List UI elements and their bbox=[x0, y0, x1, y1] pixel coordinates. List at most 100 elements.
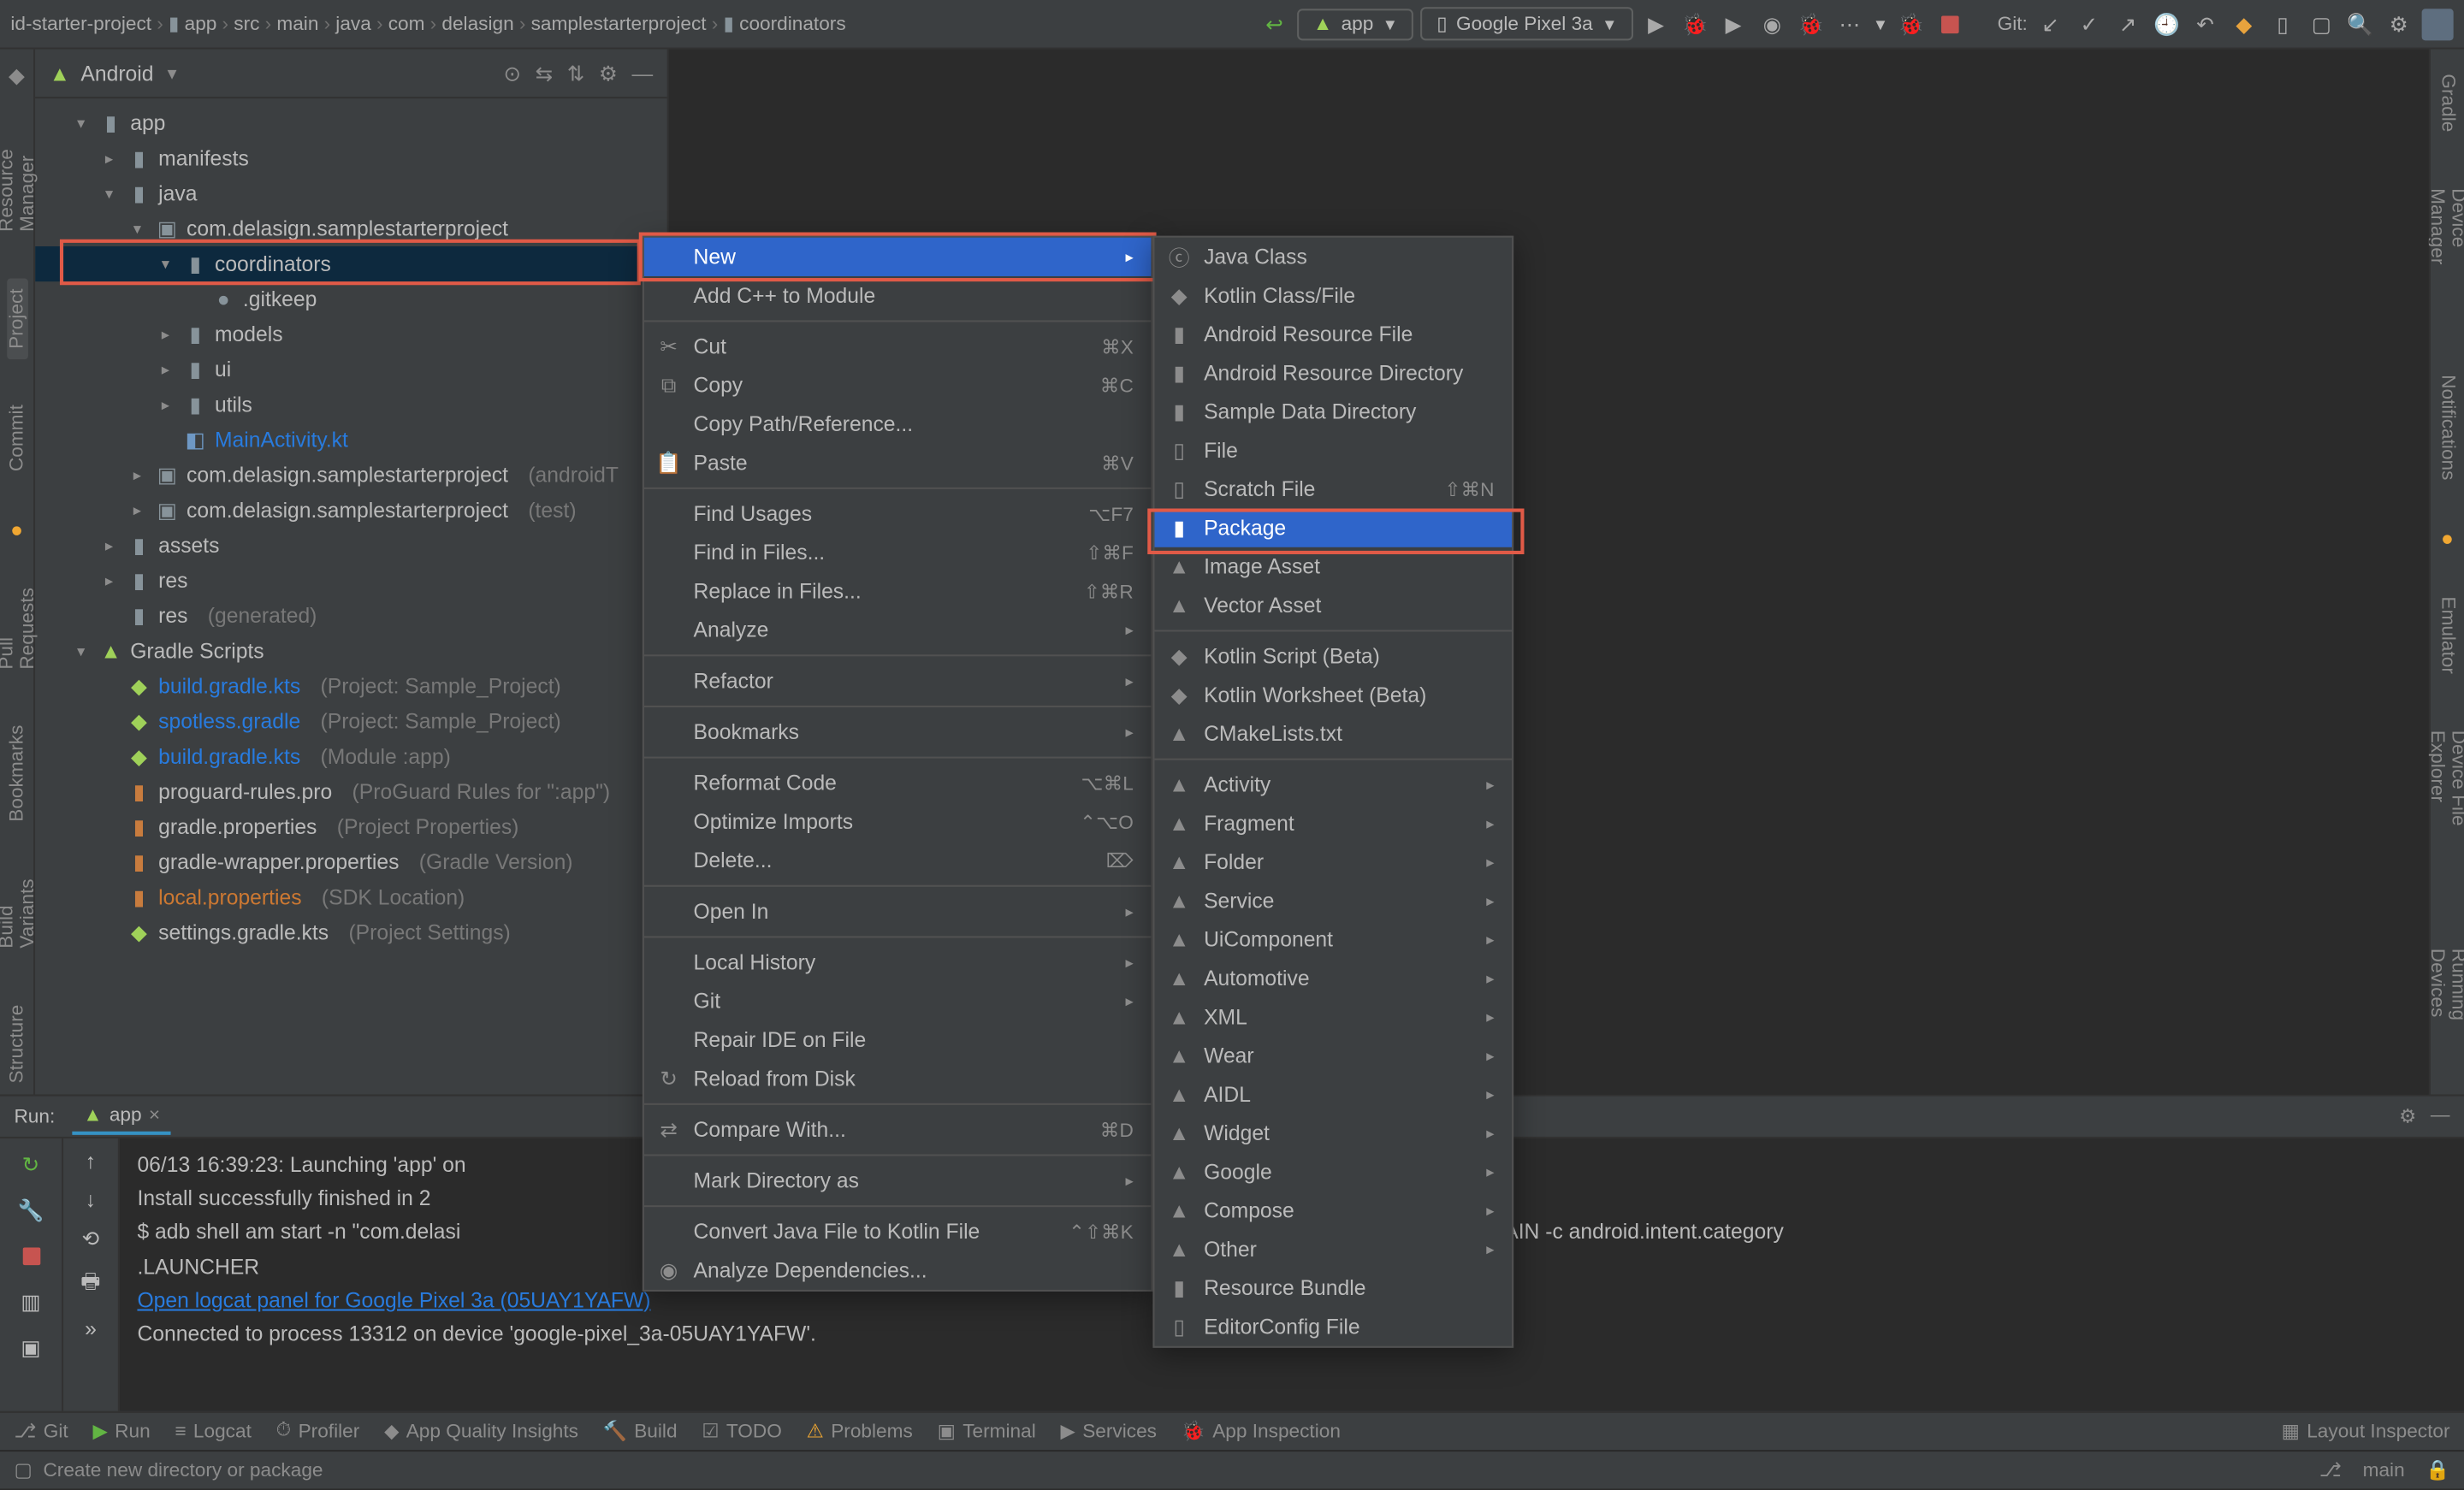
bottom-profiler[interactable]: ⏱Profiler bbox=[276, 1420, 360, 1443]
bottom-app-inspection[interactable]: 🐞App Inspection bbox=[1182, 1420, 1341, 1443]
logcat-link[interactable]: Open logcat panel for Google Pixel 3a (0… bbox=[137, 1287, 650, 1312]
ctx-add-cpp[interactable]: Add C++ to Module bbox=[644, 276, 1151, 315]
ctx-find-in-files[interactable]: Find in Files...⇧⌘F bbox=[644, 533, 1151, 571]
gear-icon[interactable]: ⚙ bbox=[2399, 1105, 2416, 1128]
profile-icon[interactable]: ◉ bbox=[1756, 8, 1788, 39]
lock-icon[interactable]: 🔒 bbox=[2426, 1458, 2449, 1481]
bottom-problems[interactable]: ⚠Problems bbox=[807, 1420, 913, 1443]
tree-node-manifests[interactable]: ▸▮manifests bbox=[35, 141, 667, 176]
bottom-build[interactable]: 🔨Build bbox=[603, 1420, 678, 1443]
crumb[interactable]: main bbox=[276, 13, 318, 34]
sub-resource-bundle[interactable]: ▮Resource Bundle bbox=[1154, 1268, 1512, 1307]
crumb[interactable]: java bbox=[335, 13, 371, 34]
gear-icon[interactable]: ⚙ bbox=[599, 61, 618, 86]
layout-icon[interactable]: ▣ bbox=[15, 1332, 46, 1363]
bottom-todo[interactable]: ☑TODO bbox=[702, 1420, 782, 1443]
ctx-paste[interactable]: 📋Paste⌘V bbox=[644, 443, 1151, 482]
sub-kt-worksheet[interactable]: ◆Kotlin Worksheet (Beta) bbox=[1154, 676, 1512, 714]
tree-file[interactable]: ▮local.properties (SDK Location) bbox=[35, 880, 667, 915]
sub-automotive[interactable]: ▲Automotive▸ bbox=[1154, 959, 1512, 997]
sub-android-res-file[interactable]: ▮Android Resource File bbox=[1154, 315, 1512, 353]
ctx-local-history[interactable]: Local History▸ bbox=[644, 943, 1151, 982]
ctx-delete[interactable]: Delete...⌦ bbox=[644, 841, 1151, 879]
crumb[interactable]: com bbox=[388, 13, 425, 34]
tree-file[interactable]: ◆build.gradle.kts (Module :app) bbox=[35, 739, 667, 774]
ctx-cut[interactable]: ✂Cut⌘X bbox=[644, 328, 1151, 366]
code-with-me-icon[interactable]: ◆ bbox=[2228, 8, 2260, 39]
sub-google[interactable]: ▲Google▸ bbox=[1154, 1152, 1512, 1191]
down-icon[interactable]: ↓ bbox=[86, 1188, 96, 1213]
wrap-icon[interactable]: ⟲ bbox=[82, 1227, 100, 1251]
sync-icon[interactable]: ▢ bbox=[2306, 8, 2337, 39]
sub-editorconfig[interactable]: ▯EditorConfig File bbox=[1154, 1307, 1512, 1345]
tree-node-pkg1[interactable]: ▾▣com.delasign.samplestarterproject bbox=[35, 211, 667, 246]
tree-node-gradle-scripts[interactable]: ▾▲Gradle Scripts bbox=[35, 634, 667, 669]
ctx-compare[interactable]: ⇄Compare With...⌘D bbox=[644, 1110, 1151, 1149]
status-menu-icon[interactable]: ▢ bbox=[14, 1458, 32, 1481]
more-icon[interactable]: » bbox=[85, 1316, 97, 1341]
sub-uicomponent[interactable]: ▲UiComponent▸ bbox=[1154, 920, 1512, 959]
ctx-find-usages[interactable]: Find Usages⌥F7 bbox=[644, 494, 1151, 533]
tree-node-gitkeep[interactable]: ●.gitkeep bbox=[35, 281, 667, 316]
device-icon[interactable]: ▯ bbox=[2267, 8, 2299, 39]
crumb[interactable]: delasign bbox=[441, 13, 513, 34]
bottom-run[interactable]: ▶Run bbox=[93, 1420, 151, 1443]
sidebar-emulator[interactable]: Emulator bbox=[2437, 587, 2458, 685]
tree-node-pkg2[interactable]: ▸▣com.delasign.samplestarterproject (and… bbox=[35, 458, 667, 493]
sub-xml[interactable]: ▲XML▸ bbox=[1154, 997, 1512, 1036]
sub-scratch[interactable]: ▯Scratch File⇧⌘N bbox=[1154, 470, 1512, 508]
ctx-convert[interactable]: Convert Java File to Kotlin File⌃⇧⌘K bbox=[644, 1212, 1151, 1251]
sidebar-resource-manager[interactable]: Resource Manager bbox=[0, 123, 38, 242]
ctx-replace-in-files[interactable]: Replace in Files...⇧⌘R bbox=[644, 572, 1151, 611]
tree-node-app[interactable]: ▾▮app bbox=[35, 105, 667, 140]
sub-folder[interactable]: ▲Folder▸ bbox=[1154, 843, 1512, 881]
print-icon[interactable]: 🖶 bbox=[80, 1265, 100, 1302]
coverage-icon[interactable]: ▶ bbox=[1718, 8, 1750, 39]
sub-image-asset[interactable]: ▲Image Asset bbox=[1154, 547, 1512, 586]
bottom-services[interactable]: ▶Services bbox=[1061, 1420, 1157, 1443]
history-icon[interactable]: 🕘 bbox=[2151, 8, 2183, 39]
sidebar-device-file-explorer[interactable]: Device File Explorer bbox=[2426, 720, 2464, 902]
tree-file[interactable]: ▮gradle.properties (Project Properties) bbox=[35, 809, 667, 844]
run-tab-app[interactable]: ▲app× bbox=[73, 1099, 171, 1134]
tree-node-ui[interactable]: ▸▮ui bbox=[35, 352, 667, 387]
project-view-title[interactable]: Android bbox=[80, 61, 153, 86]
sub-cmake[interactable]: ▲CMakeLists.txt bbox=[1154, 714, 1512, 753]
run-icon[interactable]: ▶ bbox=[1640, 8, 1672, 39]
stop-button[interactable] bbox=[15, 1240, 46, 1272]
sidebar-structure[interactable]: Structure bbox=[6, 995, 27, 1095]
sub-kt-script[interactable]: ◆Kotlin Script (Beta) bbox=[1154, 637, 1512, 676]
ctx-reload[interactable]: ↻Reload from Disk bbox=[644, 1059, 1151, 1097]
chevron-down-icon[interactable]: ▼ bbox=[1873, 15, 1888, 33]
debug-icon[interactable]: 🐞 bbox=[1679, 8, 1710, 39]
tree-file[interactable]: ▮proguard-rules.pro (ProGuard Rules for … bbox=[35, 774, 667, 809]
ctx-analyze[interactable]: Analyze▸ bbox=[644, 611, 1151, 649]
expand-icon[interactable]: ⇅ bbox=[567, 61, 585, 86]
sub-activity[interactable]: ▲Activity▸ bbox=[1154, 766, 1512, 804]
tree-node-res[interactable]: ▸▮res bbox=[35, 563, 667, 598]
sub-kotlin-class[interactable]: ◆Kotlin Class/File bbox=[1154, 276, 1512, 315]
crumb[interactable]: coordinators bbox=[739, 13, 846, 34]
tree-node-utils[interactable]: ▸▮utils bbox=[35, 387, 667, 423]
sub-wear[interactable]: ▲Wear▸ bbox=[1154, 1037, 1512, 1075]
tree-node-java[interactable]: ▾▮java bbox=[35, 176, 667, 211]
ctx-analyze-deps[interactable]: ◉Analyze Dependencies... bbox=[644, 1251, 1151, 1290]
hide-icon[interactable]: — bbox=[2431, 1105, 2450, 1128]
chevron-down-icon[interactable]: ▼ bbox=[164, 64, 180, 82]
run-config-selector[interactable]: ▲ app ▼ bbox=[1297, 8, 1413, 39]
ctx-open-in[interactable]: Open In▸ bbox=[644, 892, 1151, 931]
wrench-icon[interactable]: 🔧 bbox=[15, 1195, 46, 1227]
tree-node-coordinators[interactable]: ▾▮coordinators bbox=[35, 246, 667, 281]
sub-java-class[interactable]: ⓒJava Class bbox=[1154, 238, 1512, 276]
bottom-git[interactable]: ⎇Git bbox=[14, 1420, 68, 1443]
ctx-git[interactable]: Git▸ bbox=[644, 982, 1151, 1020]
sub-android-res-dir[interactable]: ▮Android Resource Directory bbox=[1154, 353, 1512, 392]
sub-vector-asset[interactable]: ▲Vector Asset bbox=[1154, 586, 1512, 624]
filter-icon[interactable]: ▥ bbox=[15, 1286, 46, 1318]
hide-icon[interactable]: — bbox=[632, 61, 654, 86]
sub-fragment[interactable]: ▲Fragment▸ bbox=[1154, 804, 1512, 843]
search-icon[interactable]: 🔍 bbox=[2344, 8, 2376, 39]
back-icon[interactable]: ↩ bbox=[1259, 8, 1290, 39]
tree-file[interactable]: ◆spotless.gradle (Project: Sample_Projec… bbox=[35, 704, 667, 739]
sidebar-bookmarks[interactable]: Bookmarks bbox=[6, 715, 27, 833]
